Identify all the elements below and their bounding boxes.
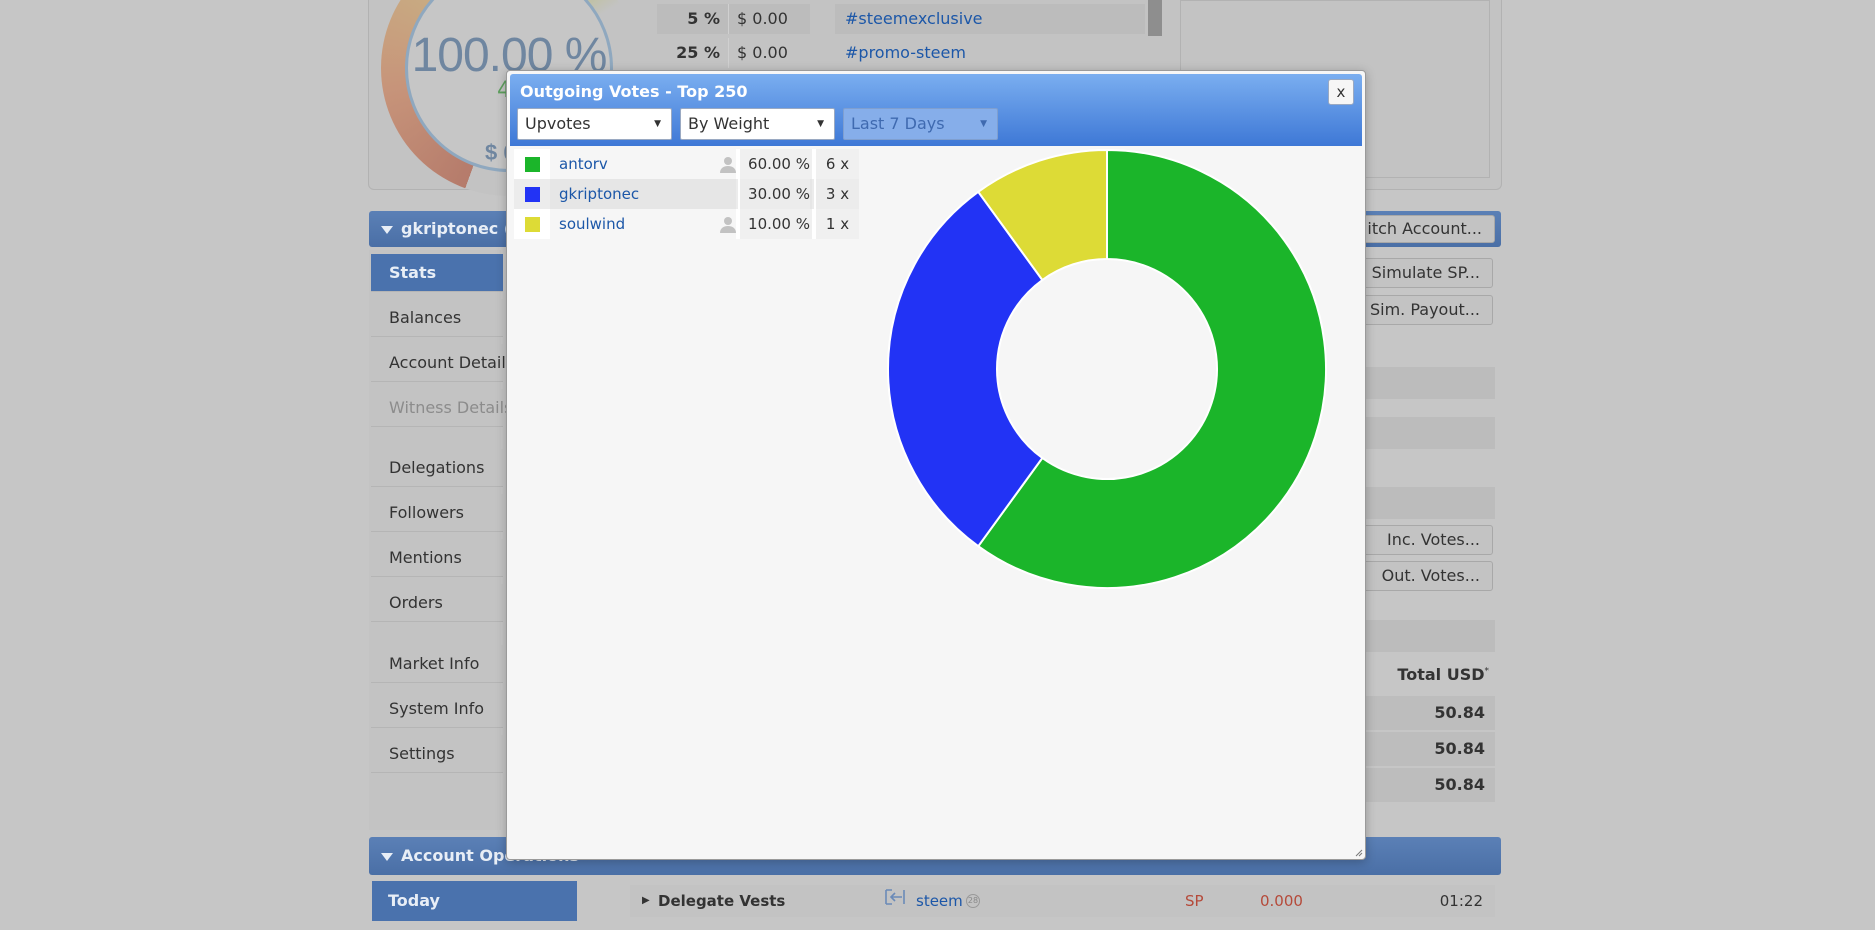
tag-list: #steemexclusive #promo-steem bbox=[835, 4, 1145, 72]
expand-caret-icon[interactable]: ▶ bbox=[642, 885, 650, 917]
menu-item-account-details[interactable]: Account Details bbox=[371, 344, 514, 382]
sim-payout-button[interactable]: Sim. Payout... bbox=[1350, 295, 1493, 325]
menu-item-witness-details[interactable]: Witness Details bbox=[371, 389, 512, 427]
outgoing-votes-button[interactable]: Out. Votes... bbox=[1350, 561, 1493, 591]
operation-row[interactable]: ▶ Delegate Vests steem 28 SP 0.000 01:22 bbox=[630, 885, 1495, 917]
vote-pct: 5 % bbox=[657, 4, 729, 34]
dropdown-arrow-icon: ▼ bbox=[980, 119, 987, 129]
vote-percent: 10.00 % bbox=[738, 209, 810, 239]
operation-amount: 0.000 bbox=[1260, 892, 1303, 910]
voter-link[interactable]: gkriptonec bbox=[559, 179, 639, 209]
vote-count: 3 x bbox=[814, 179, 859, 209]
resize-grip-icon[interactable] bbox=[1353, 847, 1363, 857]
row-stripe bbox=[1360, 487, 1495, 519]
total-usd-header: Total USD* bbox=[1360, 665, 1495, 684]
menu-item-market-info[interactable]: Market Info bbox=[371, 645, 503, 683]
today-button[interactable]: Today bbox=[372, 881, 577, 921]
vote-count: 6 x bbox=[814, 149, 859, 179]
legend-swatch bbox=[525, 217, 540, 232]
simulate-sp-button[interactable]: Simulate SP... bbox=[1350, 258, 1493, 288]
vote-percent: 30.00 % bbox=[738, 179, 810, 209]
total-usd-value: 50.84 bbox=[1360, 696, 1495, 730]
menu-item-balances[interactable]: Balances bbox=[371, 299, 503, 337]
dialog-title: Outgoing Votes - Top 250 bbox=[520, 82, 748, 101]
row-stripe bbox=[1360, 367, 1495, 399]
vote-value-row: 25 % $ 0.00 bbox=[657, 38, 810, 68]
outgoing-votes-dialog: Outgoing Votes - Top 250 x Upvotes ▼ By … bbox=[506, 70, 1366, 860]
voter-link[interactable]: antorv bbox=[559, 149, 608, 179]
vote-pct: 25 % bbox=[657, 38, 729, 68]
period-value: Last 7 Days bbox=[851, 114, 945, 133]
vote-type-value: Upvotes bbox=[525, 114, 591, 133]
vote-row: gkriptonec 30.00 % 3 x bbox=[514, 179, 859, 209]
votes-donut-chart bbox=[887, 149, 1327, 589]
tag-link[interactable]: #promo-steem bbox=[835, 38, 1145, 68]
collapse-triangle-icon bbox=[381, 226, 393, 234]
profile-icon[interactable] bbox=[719, 215, 737, 233]
menu-item-stats[interactable]: Stats bbox=[371, 254, 503, 292]
period-select[interactable]: Last 7 Days ▼ bbox=[843, 108, 998, 140]
total-usd-marker: * bbox=[1484, 666, 1490, 677]
voter-link[interactable]: soulwind bbox=[559, 209, 625, 239]
operation-unit: SP bbox=[1185, 892, 1204, 910]
row-stripe bbox=[1360, 620, 1495, 652]
vote-usd: $ 0.00 bbox=[737, 43, 788, 62]
vote-value-row: 5 % $ 0.00 bbox=[657, 4, 810, 34]
total-usd-value: 50.84 bbox=[1360, 768, 1495, 802]
vote-row: antorv 60.00 % 6 x bbox=[514, 149, 859, 179]
votes-table: antorv 60.00 % 6 x gkriptonec 30.00 % 3 x soul… bbox=[514, 149, 859, 239]
operation-name: Delegate Vests bbox=[658, 892, 786, 910]
sort-select[interactable]: By Weight ▼ bbox=[680, 108, 835, 140]
collapse-triangle-icon bbox=[381, 853, 393, 861]
sort-value: By Weight bbox=[688, 114, 770, 133]
menu-item-settings[interactable]: Settings bbox=[371, 735, 503, 773]
operation-time: 01:22 bbox=[1439, 892, 1483, 910]
menu-item-mentions[interactable]: Mentions bbox=[371, 539, 503, 577]
close-button[interactable]: x bbox=[1328, 79, 1354, 105]
reputation-badge: 28 bbox=[966, 894, 980, 908]
vote-type-select[interactable]: Upvotes ▼ bbox=[517, 108, 672, 140]
vote-percent: 60.00 % bbox=[738, 149, 810, 179]
dropdown-arrow-icon: ▼ bbox=[817, 119, 824, 129]
profile-icon[interactable] bbox=[719, 155, 737, 173]
vote-row: soulwind 10.00 % 1 x bbox=[514, 209, 859, 239]
tag-link[interactable]: #steemexclusive bbox=[835, 4, 1145, 34]
vote-count: 1 x bbox=[814, 209, 859, 239]
vote-value-table: 5 % $ 0.00 25 % $ 0.00 bbox=[657, 4, 810, 72]
delegate-arrow-icon bbox=[884, 885, 906, 917]
total-usd-value: 50.84 bbox=[1360, 732, 1495, 766]
row-stripe bbox=[1360, 417, 1495, 449]
operation-user-link[interactable]: steem bbox=[916, 885, 963, 917]
incoming-votes-button[interactable]: Inc. Votes... bbox=[1350, 525, 1493, 555]
menu-item-delegations[interactable]: Delegations bbox=[371, 449, 503, 487]
tag-list-scrollbar[interactable] bbox=[1148, 0, 1162, 36]
legend-swatch bbox=[525, 157, 540, 172]
menu-item-system-info[interactable]: System Info bbox=[371, 690, 503, 728]
legend-swatch bbox=[525, 187, 540, 202]
dropdown-arrow-icon: ▼ bbox=[654, 119, 661, 129]
dialog-header[interactable]: Outgoing Votes - Top 250 x Upvotes ▼ By … bbox=[510, 74, 1362, 146]
menu-item-orders[interactable]: Orders bbox=[371, 584, 503, 622]
vote-usd: $ 0.00 bbox=[737, 9, 788, 28]
menu-item-followers[interactable]: Followers bbox=[371, 494, 503, 532]
total-usd-label: Total USD bbox=[1397, 665, 1485, 684]
switch-account-button[interactable]: itch Account... bbox=[1354, 215, 1495, 243]
